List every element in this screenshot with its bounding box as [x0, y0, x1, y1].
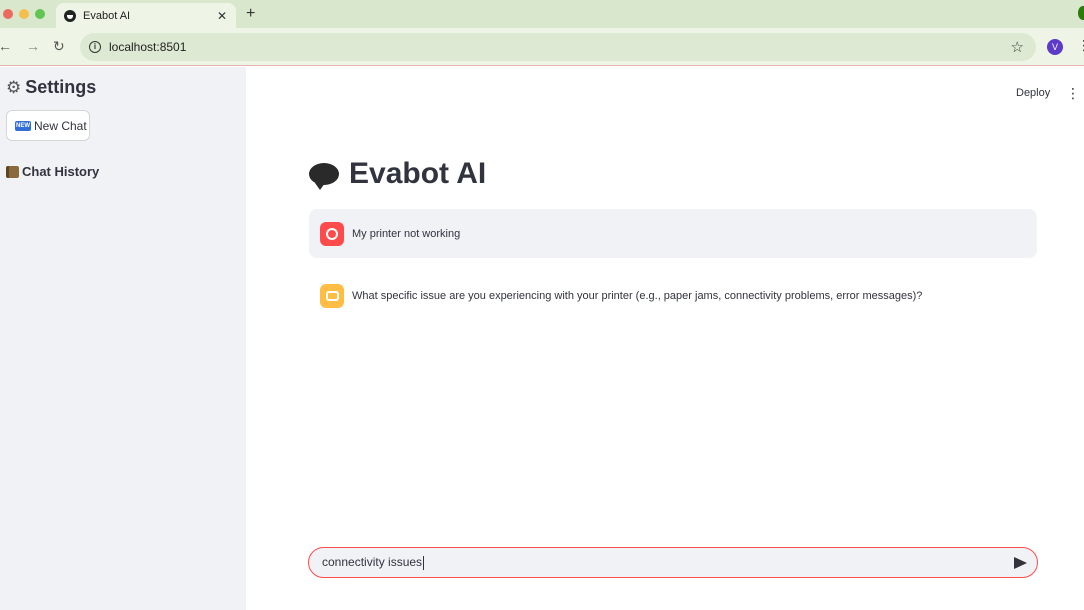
scroll-icon: [6, 165, 19, 178]
speech-bubble-icon: [309, 163, 339, 190]
text-caret: [423, 555, 425, 570]
chat-message-user: My printer not working: [309, 209, 1037, 258]
assistant-message-text: What specific issue are you experiencing…: [352, 289, 923, 302]
chat-history-title-text: Chat History: [22, 164, 100, 179]
profile-avatar[interactable]: V: [1047, 39, 1063, 55]
page-title: Evabot AI: [309, 157, 486, 191]
site-info-icon[interactable]: i: [89, 41, 101, 53]
sidebar: [0, 67, 246, 610]
chat-input-field[interactable]: connectivity issues: [322, 555, 1014, 570]
reload-icon[interactable]: ↻: [53, 38, 65, 55]
bookmark-star-icon[interactable]: ☆: [1011, 38, 1024, 56]
deploy-button[interactable]: Deploy: [1016, 87, 1050, 99]
tab-title: Evabot AI: [83, 9, 131, 22]
sidebar-settings-heading: ⚙ Settings: [6, 77, 96, 98]
page-title-text: Evabot AI: [349, 157, 487, 190]
new-chat-button[interactable]: NEW New Chat: [6, 110, 90, 141]
tab-close-icon[interactable]: ✕: [214, 9, 230, 23]
address-bar[interactable]: i localhost:8501 ☆: [80, 33, 1036, 61]
browser-tab-bar: Evabot AI ✕ +: [0, 0, 1084, 28]
chat-history-heading: Chat History: [6, 164, 99, 179]
new-badge-icon: NEW: [15, 120, 31, 131]
chat-input[interactable]: connectivity issues: [308, 547, 1038, 578]
minimize-window-button[interactable]: [19, 9, 29, 19]
browser-toolbar: ← → ↻ i localhost:8501 ☆ V ⋮: [0, 28, 1084, 66]
user-message-text: My printer not working: [352, 227, 461, 240]
chat-message-assistant: What specific issue are you experiencing…: [309, 271, 1037, 320]
new-tab-button[interactable]: +: [246, 5, 255, 23]
app-favicon-icon: [64, 9, 76, 22]
forward-arrow-icon[interactable]: →: [26, 38, 40, 54]
gear-icon: ⚙: [6, 77, 22, 97]
send-icon[interactable]: [1014, 556, 1027, 569]
browser-tab[interactable]: Evabot AI ✕: [56, 3, 236, 28]
back-arrow-icon[interactable]: ←: [0, 38, 12, 54]
user-avatar-icon: [320, 221, 344, 246]
app-menu-icon[interactable]: ⋮: [1066, 85, 1080, 102]
url-text[interactable]: localhost:8501: [109, 40, 186, 54]
main-content: [246, 67, 1084, 610]
close-window-button[interactable]: [3, 9, 13, 19]
browser-menu-icon[interactable]: ⋮: [1077, 37, 1084, 54]
chat-input-value: connectivity issues: [322, 555, 423, 570]
bot-avatar-icon: [320, 283, 344, 308]
settings-title-text: Settings: [25, 77, 97, 97]
browser-update-indicator: [1078, 6, 1084, 20]
new-chat-label: New Chat: [34, 118, 87, 133]
maximize-window-button[interactable]: [35, 9, 45, 19]
